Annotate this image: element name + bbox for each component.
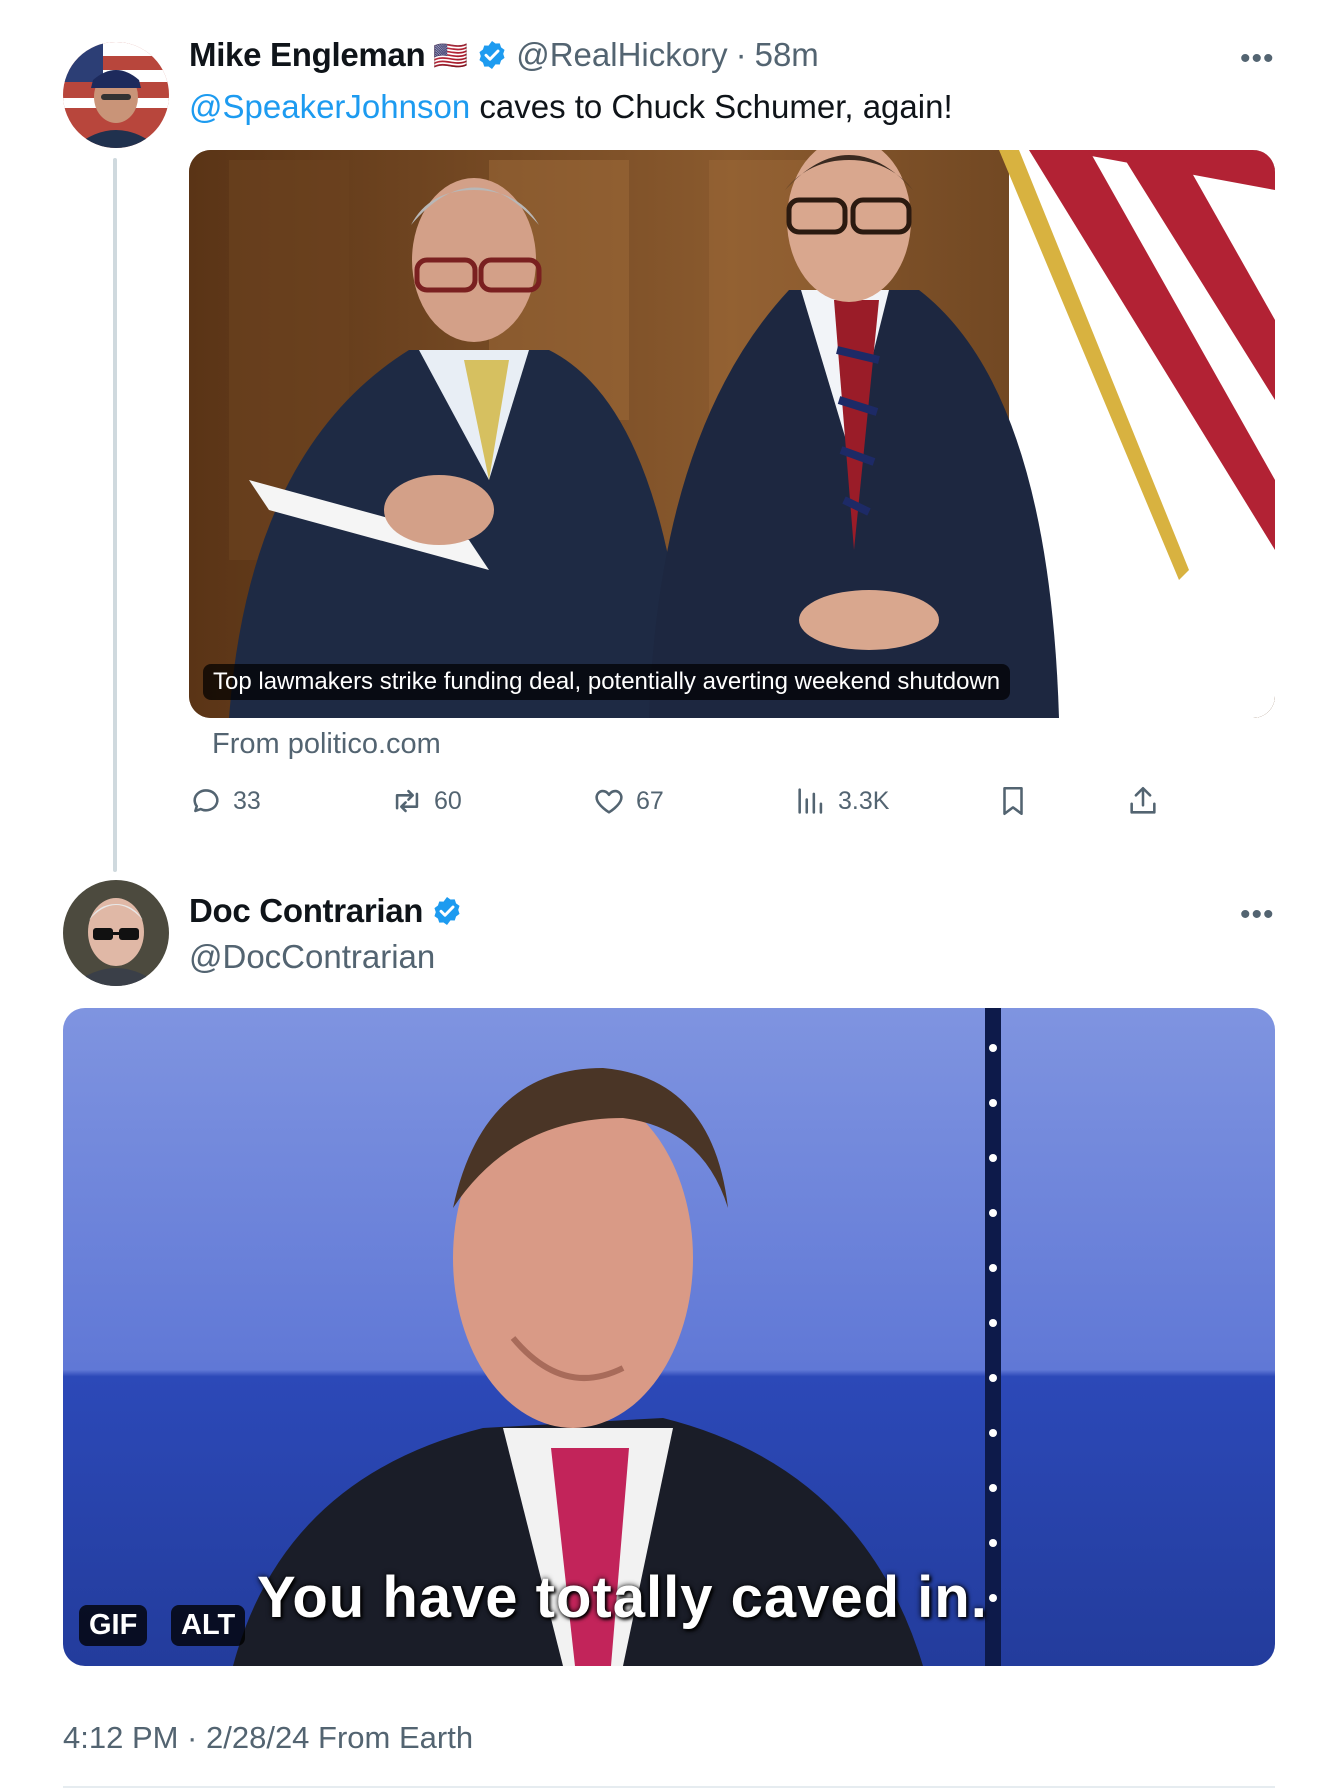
user-handle[interactable]: @RealHickory (516, 36, 727, 74)
link-card-image[interactable]: Top lawmakers strike funding deal, poten… (189, 150, 1275, 718)
post-timestamp[interactable]: 4:12 PM · 2/28/24 From Earth (63, 1720, 473, 1756)
gif-media[interactable]: You have totally caved in. GIF ALT (63, 1008, 1275, 1666)
alt-badge[interactable]: ALT (171, 1605, 246, 1646)
share-icon (1130, 786, 1156, 814)
verified-badge-icon[interactable] (431, 895, 463, 927)
repost-count: 60 (434, 786, 462, 815)
like-button[interactable]: 67 (592, 784, 664, 818)
more-options-icon[interactable]: ••• (1240, 898, 1275, 932)
like-count: 67 (636, 786, 664, 815)
reply-button[interactable]: 33 (189, 784, 261, 818)
share-button[interactable] (1126, 784, 1160, 818)
tweet2-header: Doc Contrarian (189, 892, 463, 930)
views-button[interactable]: 3.3K (794, 784, 889, 818)
repost-icon (395, 789, 419, 813)
user-handle[interactable]: @DocContrarian (189, 938, 435, 976)
views-icon (798, 788, 823, 814)
mention-link[interactable]: @SpeakerJohnson (189, 88, 470, 125)
display-name[interactable]: Doc Contrarian (189, 892, 423, 930)
tweet1-header: Mike Engleman 🇺🇸 @RealHickory · 58m (189, 36, 819, 74)
verified-badge-icon[interactable] (476, 39, 508, 71)
tweet1-text: @SpeakerJohnson caves to Chuck Schumer, … (189, 88, 953, 126)
card-photo (189, 150, 1275, 718)
card-source[interactable]: From politico.com (212, 728, 441, 761)
avatar-mike-engleman[interactable] (63, 42, 169, 148)
bookmark-icon (1003, 786, 1023, 816)
reply-icon (193, 789, 219, 813)
tweet-body: caves to Chuck Schumer, again! (479, 88, 953, 125)
bookmark-button[interactable] (996, 784, 1030, 818)
gif-badge: GIF (79, 1605, 148, 1646)
display-name[interactable]: Mike Engleman (189, 36, 426, 74)
views-count: 3.3K (838, 786, 890, 815)
repost-button[interactable]: 60 (390, 784, 462, 818)
gif-subtitle: You have totally caved in. (257, 1565, 988, 1630)
post-time[interactable]: 58m (755, 36, 819, 74)
like-icon (595, 789, 623, 814)
meta-separator: · (735, 36, 747, 73)
avatar-image (63, 42, 169, 148)
reply-count: 33 (233, 786, 261, 815)
avatar-doc-contrarian[interactable] (63, 880, 169, 986)
divider (63, 1786, 1275, 1788)
more-options-icon[interactable]: ••• (1240, 42, 1275, 76)
us-flag-emoji: 🇺🇸 (433, 39, 469, 71)
avatar-image (63, 880, 169, 986)
card-headline: Top lawmakers strike funding deal, poten… (203, 664, 1011, 700)
thread-connector-line (113, 158, 117, 872)
